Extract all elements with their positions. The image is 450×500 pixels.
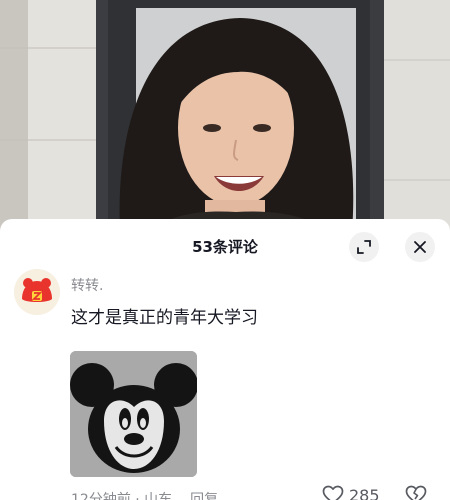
reply-button[interactable]: 回复 bbox=[190, 489, 218, 500]
comments-header: 53条评论 bbox=[0, 219, 450, 273]
close-icon bbox=[414, 241, 426, 253]
broken-heart-icon bbox=[405, 485, 427, 500]
mickey-mouse-face-image bbox=[70, 351, 197, 477]
comment-text: 这才是真正的青年大学习 bbox=[71, 308, 258, 328]
comment-image[interactable] bbox=[70, 351, 197, 477]
like-button[interactable]: 285 bbox=[322, 485, 380, 500]
expand-button[interactable] bbox=[349, 232, 379, 262]
close-button[interactable] bbox=[405, 232, 435, 262]
dislike-button[interactable] bbox=[405, 485, 427, 500]
comment-meta: 12分钟前 · 山东 回复 bbox=[71, 489, 218, 500]
comments-sheet: 53条评论 转转. 这才是真正的青年大学习 12分钟前 · 山东 回复 285 bbox=[0, 219, 450, 500]
video-frame-illustration bbox=[0, 0, 450, 232]
comment-time-location: 12分钟前 · 山东 bbox=[71, 492, 173, 500]
video-background bbox=[0, 0, 450, 232]
comments-title: 53条评论 bbox=[192, 238, 258, 256]
zhuanzhuan-logo-avatar bbox=[14, 269, 60, 315]
comment-username[interactable]: 转转. bbox=[71, 275, 103, 295]
heart-outline-icon bbox=[322, 485, 344, 500]
like-count: 285 bbox=[349, 485, 380, 500]
expand-icon bbox=[357, 240, 371, 254]
avatar[interactable] bbox=[14, 269, 60, 315]
